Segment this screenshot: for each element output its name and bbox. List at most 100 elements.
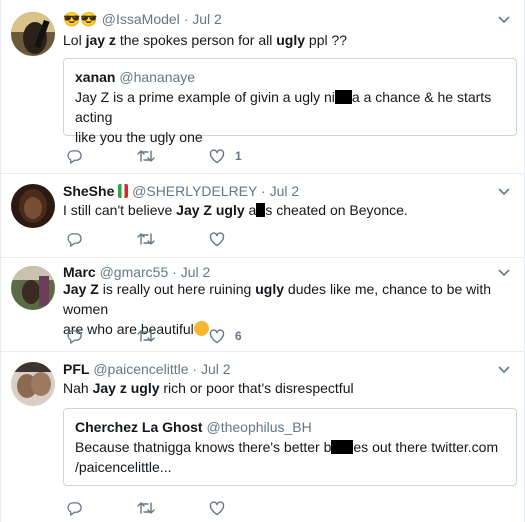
tweet-date[interactable]: Jul 2 — [192, 11, 222, 27]
tweet-text: I still can't believe Jay Z ugly a s chea… — [63, 200, 408, 220]
tweet-date[interactable]: Jul 2 — [181, 264, 211, 280]
tweet-text: Nah Jay z ugly rich or poor that's disre… — [63, 378, 354, 398]
text-segment: /paicencelittle... — [75, 459, 172, 475]
reply-icon — [67, 149, 82, 164]
user-handle[interactable]: @SHERLYDELREY — [132, 183, 257, 199]
avatar[interactable] — [11, 266, 55, 310]
flag-icon — [118, 184, 129, 198]
user-name[interactable]: 😎😎 — [63, 11, 98, 27]
retweet-button[interactable] — [137, 231, 155, 247]
heart-icon — [209, 500, 225, 515]
quote-user-name: xanan — [75, 69, 116, 85]
tweet-text: Lol jay z the spokes person for all ugly… — [63, 30, 347, 50]
tweet[interactable]: PFL @paicencelittle · Jul 2 Nah Jay z ug… — [1, 352, 524, 522]
reply-icon — [67, 329, 82, 344]
like-count: 1 — [235, 149, 242, 163]
reply-button[interactable] — [67, 231, 82, 247]
tweet-date[interactable]: Jul 2 — [270, 183, 300, 199]
chevron-down-icon[interactable] — [498, 188, 510, 196]
text-segment: the spokes person for all — [115, 32, 277, 48]
avatar[interactable] — [11, 184, 55, 228]
quote-text: Because thatnigga knows there's better b… — [75, 437, 498, 477]
keyword-highlight: jay z — [85, 32, 116, 48]
retweet-button[interactable] — [137, 500, 155, 516]
text-segment: Jay Z is a prime example of givin a ugly… — [75, 89, 335, 105]
tweet-date[interactable]: Jul 2 — [201, 361, 231, 377]
quote-header: Cherchez La Ghost @theophilus_BH — [75, 418, 312, 436]
redaction-bar — [256, 203, 266, 217]
like-count: 6 — [235, 329, 242, 343]
quote-user-handle: @theophilus_BH — [206, 419, 312, 435]
chevron-down-icon[interactable] — [498, 269, 510, 277]
retweet-button[interactable] — [137, 148, 155, 164]
keyword-highlight: ugly — [215, 202, 245, 218]
keyword-highlight: Jay z — [92, 380, 127, 396]
keyword-highlight: ugly — [255, 281, 285, 297]
user-name[interactable]: SheShe — [63, 183, 114, 199]
text-segment: Nah — [63, 380, 93, 396]
separator: · — [261, 183, 266, 199]
tweet-feed: 😎😎 @IssaModel · Jul 2 Lol jay z the spok… — [0, 0, 525, 522]
user-handle[interactable]: @gmarc55 — [100, 264, 169, 280]
like-button[interactable]: 1 — [209, 148, 242, 164]
heart-icon — [209, 148, 225, 163]
tweet[interactable]: Marc @gmarc55 · Jul 2 Jay Z is really ou… — [1, 258, 524, 352]
tweet-header: PFL @paicencelittle · Jul 2 — [63, 360, 231, 378]
retweet-icon — [137, 502, 155, 514]
tweet-header: 😎😎 @IssaModel · Jul 2 — [63, 10, 222, 28]
reply-button[interactable] — [67, 500, 82, 516]
quote-user-handle: @hananaye — [119, 69, 196, 85]
retweet-icon — [137, 233, 155, 245]
user-handle[interactable]: @paicencelittle — [93, 361, 188, 377]
keyword-highlight: ugly — [276, 32, 306, 48]
like-button[interactable] — [209, 231, 225, 247]
quoted-tweet[interactable]: xanan @hananaye Jay Z is a prime example… — [63, 58, 517, 145]
like-button[interactable]: 6 — [209, 328, 242, 344]
tweet-header: SheShe @SHERLYDELREY · Jul 2 — [63, 182, 299, 200]
quote-header: xanan @hananaye — [75, 68, 195, 86]
separator: · — [192, 361, 198, 377]
separator: · — [172, 264, 177, 280]
avatar[interactable] — [11, 362, 55, 406]
chevron-down-icon[interactable] — [498, 366, 510, 374]
quoted-tweet[interactable]: Cherchez La Ghost @theophilus_BH Because… — [63, 408, 517, 486]
text-segment: ppl ?? — [305, 32, 348, 48]
separator: · — [183, 11, 189, 27]
text-segment: rich or poor that's disrespectful — [159, 380, 354, 396]
text-segment: are who are beautiful — [63, 321, 194, 337]
user-handle[interactable]: @IssaModel — [102, 11, 180, 27]
avatar[interactable] — [11, 12, 55, 56]
tweet-text: Jay Z is really out here ruining ugly du… — [63, 279, 524, 339]
reply-button[interactable] — [67, 328, 82, 344]
upside-down-face-icon — [193, 321, 209, 336]
reply-button[interactable] — [67, 148, 82, 164]
quote-user-name: Cherchez La Ghost — [75, 419, 203, 435]
reply-icon — [67, 232, 82, 247]
redaction-bar — [334, 90, 352, 104]
user-name[interactable]: PFL — [63, 361, 89, 377]
retweet-icon — [137, 150, 155, 162]
heart-icon — [209, 231, 225, 246]
heart-icon — [209, 328, 225, 343]
like-button[interactable] — [209, 500, 225, 516]
keyword-highlight: ugly — [130, 380, 160, 396]
keyword-highlight: Jay Z — [63, 281, 99, 297]
quote-text: Jay Z is a prime example of givin a ugly… — [75, 87, 516, 147]
text-segment: s cheated on Beyonce. — [265, 202, 408, 218]
tweet[interactable]: 😎😎 @IssaModel · Jul 2 Lol jay z the spok… — [1, 0, 524, 174]
text-segment: Lol — [63, 32, 86, 48]
reply-icon — [67, 501, 82, 516]
text-segment: is really out here ruining — [98, 281, 256, 297]
redaction-bar — [331, 440, 354, 454]
text-segment: es out there twitter.com — [353, 439, 499, 455]
user-name[interactable]: Marc — [63, 264, 96, 280]
chevron-down-icon[interactable] — [498, 16, 510, 24]
keyword-highlight: Jay Z — [176, 202, 212, 218]
retweet-icon — [137, 330, 155, 342]
text-segment: a — [244, 202, 257, 218]
text-segment: Because thatnigga knows there's better b — [75, 439, 332, 455]
tweet[interactable]: SheShe @SHERLYDELREY · Jul 2 I still can… — [1, 174, 524, 258]
text-segment: I still can't believe — [63, 202, 177, 218]
text-segment: like you the ugly one — [75, 129, 203, 145]
retweet-button[interactable] — [137, 328, 155, 344]
